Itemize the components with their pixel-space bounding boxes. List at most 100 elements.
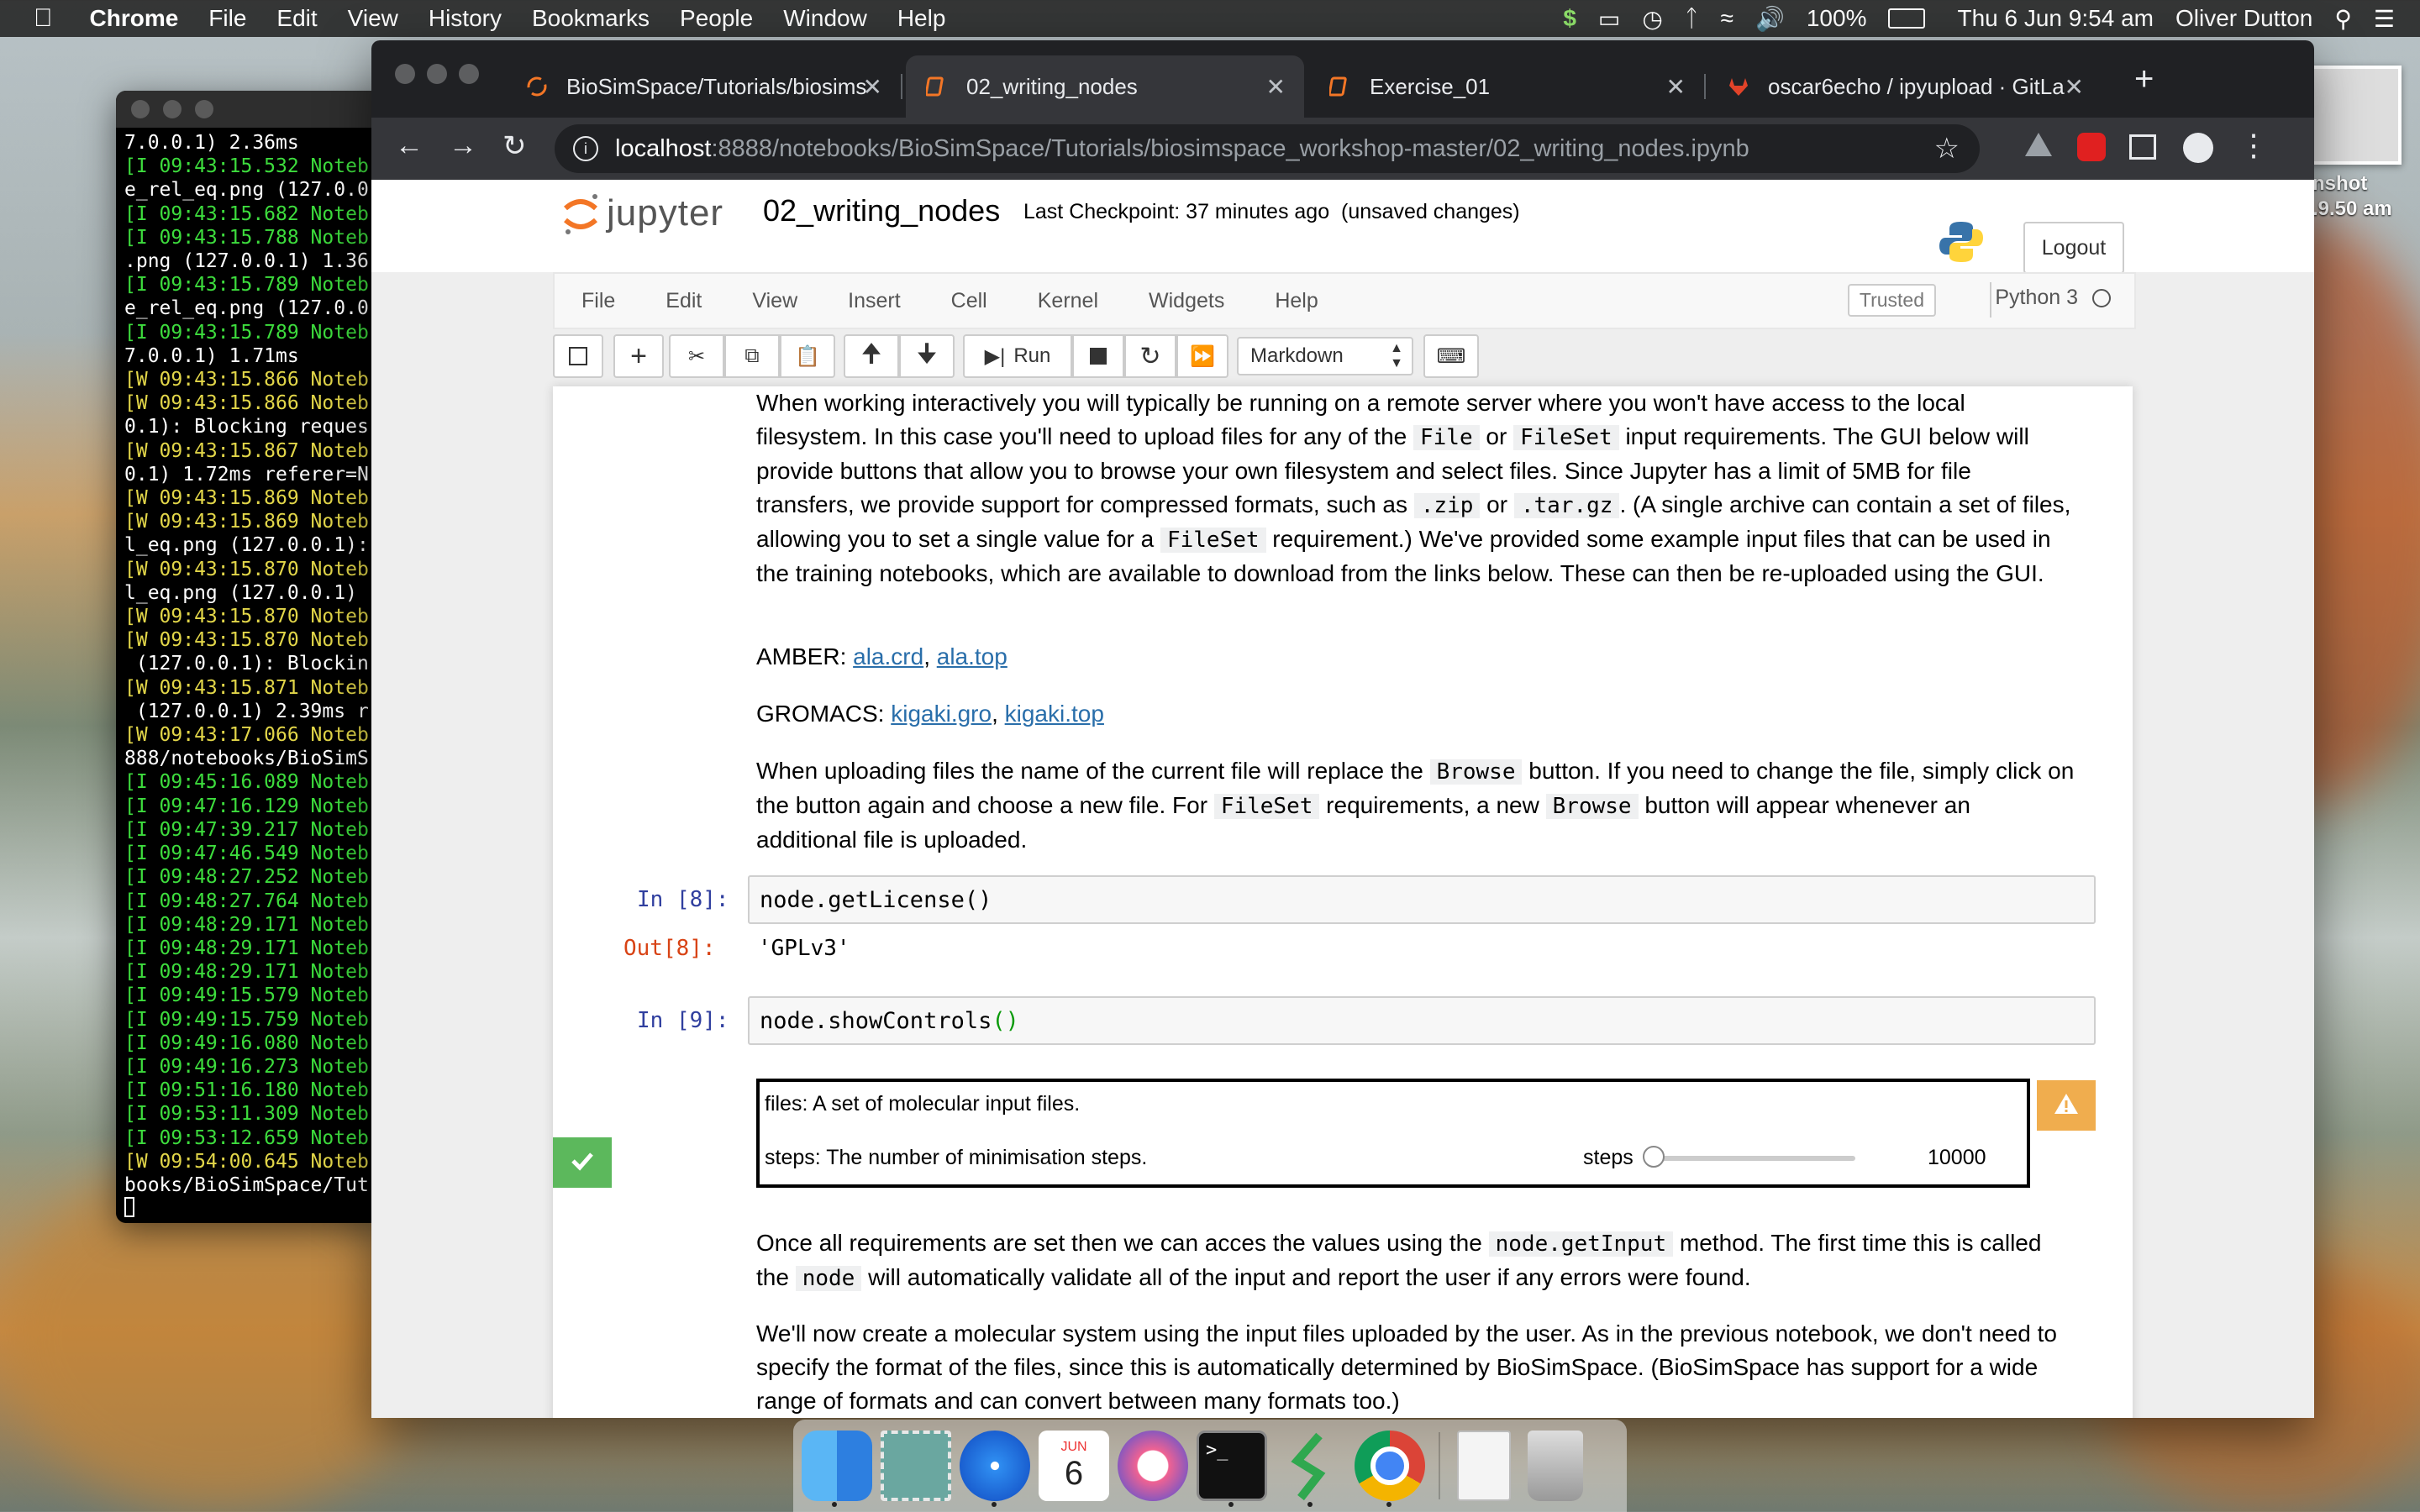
drive-extension-icon[interactable] <box>2025 133 2052 156</box>
menubar-app-name[interactable]: Chrome <box>90 5 179 32</box>
new-tab-icon[interactable]: + <box>2134 60 2154 98</box>
restart-run-all-button[interactable]: ⏩ <box>1176 334 1228 378</box>
close-tab-icon[interactable]: ✕ <box>1666 73 1686 101</box>
link-kigaki-gro[interactable]: kigaki.gro <box>891 701 992 727</box>
wifi-icon[interactable]: ≈ <box>1721 5 1733 32</box>
kernel-indicator[interactable]: Python 3 <box>1995 286 2111 310</box>
terminal-window[interactable]: 7.0.0.1) 2.36ms [I 09:43:15.532 Noteb e_… <box>116 91 385 1223</box>
link-ala-crd[interactable]: ala.crd <box>853 643 923 669</box>
menu-help[interactable]: Help <box>1275 289 1318 313</box>
command-palette-button[interactable]: ⌨ <box>1423 334 1479 378</box>
menu-view[interactable]: View <box>752 289 797 313</box>
minimize-icon[interactable] <box>163 100 182 118</box>
text-document-icon[interactable] <box>1457 1431 1511 1501</box>
menubar-item-view[interactable]: View <box>348 5 398 32</box>
airplay-icon[interactable]: ▭ <box>1598 5 1620 33</box>
menu-kernel[interactable]: Kernel <box>1038 289 1098 313</box>
chrome-icon[interactable] <box>1355 1431 1425 1501</box>
steps-valid-button[interactable] <box>553 1137 612 1188</box>
cut-button[interactable]: ✂ <box>669 334 724 378</box>
notebook-name[interactable]: 02_writing_nodes <box>763 193 1000 228</box>
jupyter-logo[interactable]: jupyter <box>561 190 723 237</box>
insert-cell-button[interactable]: + <box>613 334 664 378</box>
menubar-item-people[interactable]: People <box>680 5 753 32</box>
trusted-indicator[interactable]: Trusted <box>1847 284 1936 317</box>
interrupt-button[interactable] <box>1072 334 1124 378</box>
minimize-window-icon[interactable] <box>427 64 447 84</box>
close-tab-icon[interactable]: ✕ <box>2065 73 2084 101</box>
finder-icon[interactable] <box>802 1431 872 1501</box>
reload-icon[interactable]: ↻ <box>502 129 527 163</box>
cell-type-select[interactable]: Markdown ▲ ▼ <box>1237 337 1413 375</box>
paste-button[interactable]: 📋 <box>780 334 835 378</box>
trash-icon[interactable] <box>1528 1431 1583 1501</box>
spotlight-icon[interactable]: ⚲ <box>2334 5 2352 33</box>
apple-icon[interactable]:  <box>34 4 53 33</box>
menu-widgets[interactable]: Widgets <box>1149 289 1224 313</box>
bluetooth-icon[interactable]: ᛏ <box>1685 5 1699 32</box>
tab-gitlab-ipyupload[interactable]: oscar6echo / ipyupload · GitLa ✕ <box>1707 55 2102 118</box>
app-s-icon[interactable] <box>1276 1431 1346 1501</box>
tab-exercise-01[interactable]: Exercise_01 ✕ <box>1309 55 1706 118</box>
save-button[interactable] <box>553 334 603 378</box>
time-machine-icon[interactable]: ◷ <box>1642 5 1662 33</box>
safari-icon[interactable] <box>960 1431 1030 1501</box>
volume-icon[interactable]: 🔊 <box>1755 5 1785 33</box>
link-ala-top[interactable]: ala.top <box>937 643 1007 669</box>
restart-button[interactable]: ↻ <box>1124 334 1176 378</box>
move-down-button[interactable]: 🠋 <box>899 334 955 378</box>
menu-edit[interactable]: Edit <box>666 289 702 313</box>
maximize-icon[interactable] <box>195 100 213 118</box>
maximize-window-icon[interactable] <box>459 64 479 84</box>
menubar-item-edit[interactable]: Edit <box>276 5 317 32</box>
markdown-cell-molecular-system[interactable]: We'll now create a molecular system usin… <box>756 1317 2075 1418</box>
run-button[interactable]: ▶​| Run <box>963 334 1072 378</box>
screenshot-thumbnail[interactable] <box>2302 66 2402 165</box>
address-bar[interactable]: i localhost:8888/notebooks/BioSimSpace/T… <box>555 124 1980 173</box>
link-kigaki-top[interactable]: kigaki.top <box>1005 701 1104 727</box>
image-extension-icon[interactable] <box>2129 134 2156 160</box>
markdown-cell-intro[interactable]: When working interactively you will typi… <box>756 386 2075 591</box>
user-name[interactable]: Oliver Dutton <box>2175 5 2312 32</box>
code-cell-show-controls[interactable]: node.showControls() <box>748 996 2096 1045</box>
markdown-cell-uploading[interactable]: When uploading files the name of the cur… <box>756 754 2075 857</box>
bookmark-star-icon[interactable]: ☆ <box>1934 132 1960 165</box>
close-window-icon[interactable] <box>395 64 415 84</box>
tab-biosimspace-tutorials[interactable]: BioSimSpace/Tutorials/biosims ✕ <box>506 55 902 118</box>
profile-icon[interactable] <box>2183 133 2213 163</box>
forward-icon[interactable]: → <box>449 129 477 162</box>
steps-slider-value[interactable]: 10000 <box>1928 1146 1986 1170</box>
close-tab-icon[interactable]: ✕ <box>1266 73 1286 101</box>
files-warning-button[interactable] <box>2037 1080 2096 1131</box>
tab-02-writing-nodes[interactable]: 02_writing_nodes ✕ <box>906 55 1304 118</box>
battery-percent[interactable]: 100% <box>1807 5 1867 32</box>
menu-insert[interactable]: Insert <box>848 289 901 313</box>
menubar-item-bookmarks[interactable]: Bookmarks <box>532 5 650 32</box>
move-up-button[interactable]: 🠉 <box>844 334 899 378</box>
menubar-item-history[interactable]: History <box>429 5 502 32</box>
chrome-menu-icon[interactable]: ⋮ <box>2238 128 2269 163</box>
adblock-extension-icon[interactable] <box>2077 133 2106 161</box>
code-cell-get-license[interactable]: node.getLicense() <box>748 875 2096 924</box>
copy-button[interactable]: ⧉ <box>724 334 780 378</box>
terminal-icon[interactable]: >_ <box>1197 1431 1267 1501</box>
info-icon[interactable]: i <box>573 136 598 161</box>
battery-icon[interactable] <box>1888 8 1926 29</box>
datetime[interactable]: Thu 6 Jun 9:54 am <box>1957 5 2153 32</box>
logout-button[interactable]: Logout <box>2023 222 2124 274</box>
calendar-icon[interactable]: JUN 6 <box>1039 1431 1109 1501</box>
close-icon[interactable] <box>131 100 150 118</box>
itunes-icon[interactable] <box>1118 1431 1188 1501</box>
menu-file[interactable]: File <box>581 289 615 313</box>
stamp-app-icon[interactable] <box>881 1431 951 1501</box>
dollar-status-icon[interactable]: $ <box>1563 5 1576 32</box>
notification-center-icon[interactable]: ☰ <box>2374 5 2395 33</box>
menubar-item-window[interactable]: Window <box>783 5 867 32</box>
menu-cell[interactable]: Cell <box>951 289 987 313</box>
menubar-item-help[interactable]: Help <box>897 5 946 32</box>
steps-slider[interactable] <box>1643 1146 1855 1168</box>
close-tab-icon[interactable]: ✕ <box>863 73 882 101</box>
steps-slider-handle[interactable] <box>1643 1146 1665 1168</box>
markdown-cell-get-input[interactable]: Once all requirements are set then we ca… <box>756 1226 2075 1295</box>
back-icon[interactable]: ← <box>395 129 424 162</box>
